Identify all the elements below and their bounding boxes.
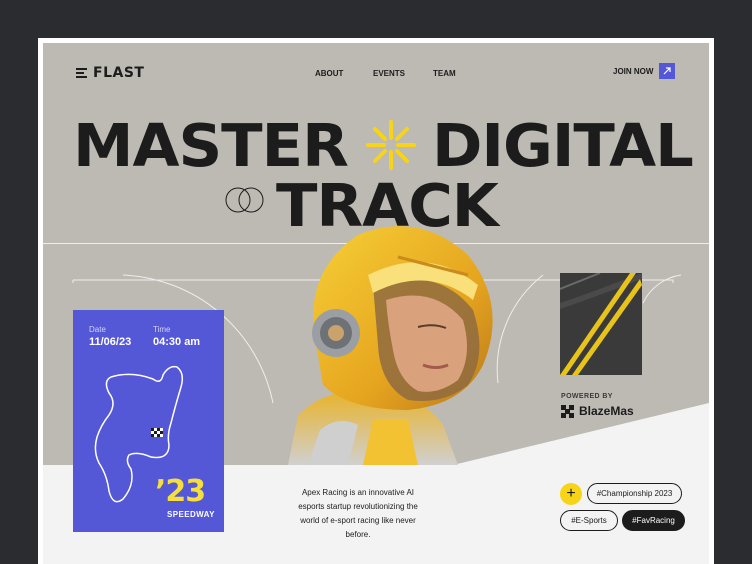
blazemas-logo-icon xyxy=(561,404,574,418)
logo-mark-icon xyxy=(76,68,88,78)
headline-word-master: MASTER xyxy=(73,111,349,180)
sponsor-logo[interactable]: BlazeMas xyxy=(561,404,634,418)
event-venue: SPEEDWAY xyxy=(167,510,215,519)
headline-word-digital: DIGITAL xyxy=(432,111,694,180)
event-year: ’23 xyxy=(155,474,206,509)
sparkle-icon xyxy=(366,120,416,170)
join-now-button[interactable]: JOIN NOW xyxy=(613,63,676,79)
nav-about[interactable]: ABOUT xyxy=(315,69,343,78)
event-time: 04:30 am xyxy=(153,336,201,348)
brand-name: FLAST xyxy=(93,65,145,81)
hero-section: FLAST ABOUT EVENTS TEAM JOIN NOW MASTER … xyxy=(43,43,709,564)
event-date: 11/06/23 xyxy=(89,336,132,348)
arrow-up-right-icon xyxy=(659,63,676,79)
tag-championship[interactable]: #Championship 2023 xyxy=(587,483,682,504)
time-label: Time xyxy=(153,325,171,334)
racer-helmet-illustration xyxy=(288,226,493,465)
nav-team[interactable]: TEAM xyxy=(433,69,456,78)
add-tag-button[interactable]: + xyxy=(560,483,582,505)
powered-by-label: POWERED BY xyxy=(561,393,613,400)
brand-logo[interactable]: FLAST xyxy=(76,65,144,81)
road-image xyxy=(560,273,642,375)
plus-icon: + xyxy=(566,485,576,502)
join-now-label: JOIN NOW xyxy=(613,66,654,76)
tag-esports[interactable]: #E-Sports xyxy=(560,510,618,531)
event-card[interactable]: Date 11/06/23 Time 04:30 am ’23 SPEEDWAY xyxy=(73,310,224,532)
landing-page: FLAST ABOUT EVENTS TEAM JOIN NOW MASTER … xyxy=(38,38,714,564)
linked-rings-icon xyxy=(225,187,264,213)
date-label: Date xyxy=(89,325,106,334)
tag-favracing[interactable]: #FavRacing xyxy=(622,510,685,531)
description-text: Apex Racing is an innovative AI esports … xyxy=(298,488,418,539)
sponsor-name: BlazeMas xyxy=(579,404,634,418)
nav-events[interactable]: EVENTS xyxy=(373,69,405,78)
